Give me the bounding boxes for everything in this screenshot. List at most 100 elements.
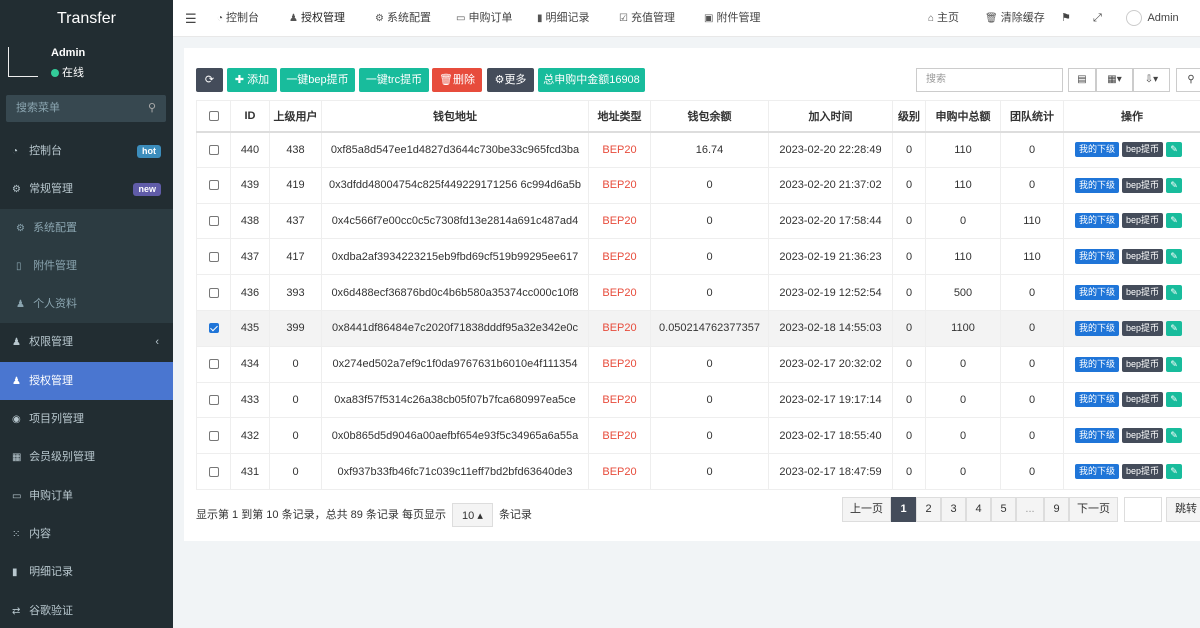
row-checkbox[interactable] xyxy=(196,238,231,276)
clear-cache-link[interactable]: 🗑 清除缓存 xyxy=(985,0,1045,37)
bep-withdraw-row-button[interactable]: bep提币 xyxy=(1122,285,1164,301)
bep-withdraw-row-button[interactable]: bep提币 xyxy=(1122,392,1164,408)
toggle-view-icon[interactable]: ▤ xyxy=(1068,68,1096,92)
col-header-time[interactable]: 加入时间 xyxy=(768,100,893,133)
bep-withdraw-row-button[interactable]: bep提币 xyxy=(1122,428,1164,444)
brand-logo[interactable]: Transfer xyxy=(0,0,173,37)
bep-withdraw-row-button[interactable]: bep提币 xyxy=(1122,142,1164,158)
my-subordinates-button[interactable]: 我的下级 xyxy=(1075,285,1120,301)
sidebar-item-4[interactable]: ♟ 个人资料 xyxy=(0,285,173,324)
bep-withdraw-row-button[interactable]: bep提币 xyxy=(1122,177,1164,193)
my-subordinates-button[interactable]: 我的下级 xyxy=(1075,249,1120,265)
page-9-button[interactable]: 9 xyxy=(1044,497,1069,522)
sidebar-item-8[interactable]: ▦ 会员级别管理 xyxy=(0,438,173,476)
jump-button[interactable]: 跳转 xyxy=(1166,497,1200,522)
total-amount-button[interactable]: 总申购中金额16908 xyxy=(538,68,645,92)
columns-icon[interactable]: ▦▾ xyxy=(1096,68,1133,92)
row-checkbox[interactable] xyxy=(196,381,231,419)
tab-4[interactable]: ▮ 明细记录 xyxy=(537,0,590,37)
edit-icon[interactable]: ✎ xyxy=(1166,285,1183,301)
more-button[interactable]: ⚙更多 xyxy=(487,68,534,92)
row-checkbox[interactable] xyxy=(196,202,231,240)
my-subordinates-button[interactable]: 我的下级 xyxy=(1075,142,1120,158)
search-icon[interactable]: ⚲ xyxy=(1176,68,1200,92)
sidebar-item-0[interactable]: ◔ 控制台 hot xyxy=(0,132,173,170)
add-button[interactable]: ✚ 添加 xyxy=(227,68,277,92)
my-subordinates-button[interactable]: 我的下级 xyxy=(1075,213,1120,229)
page-1-button[interactable]: 1 xyxy=(891,497,916,522)
edit-icon[interactable]: ✎ xyxy=(1166,320,1183,336)
fullscreen-icon[interactable]: ⤢ xyxy=(1093,0,1102,37)
menu-toggle-icon[interactable]: ☰ xyxy=(185,0,197,37)
page-2-button[interactable]: 2 xyxy=(916,497,941,522)
sidebar-item-12[interactable]: ⇄ 谷歌验证 xyxy=(0,592,173,628)
home-link[interactable]: ⌂ 主页 xyxy=(928,0,959,37)
sidebar-item-7[interactable]: ◉ 项目列管理 xyxy=(0,400,173,438)
export-icon[interactable]: ⇩▾ xyxy=(1133,68,1170,92)
my-subordinates-button[interactable]: 我的下级 xyxy=(1075,428,1120,444)
col-header-team[interactable]: 团队统计 xyxy=(1000,100,1064,133)
table-search-input[interactable]: 搜索 xyxy=(916,68,1063,92)
row-checkbox[interactable] xyxy=(196,453,231,490)
row-checkbox[interactable] xyxy=(196,417,231,455)
refresh-button[interactable]: ⟳ xyxy=(196,68,223,92)
select-all-checkbox[interactable] xyxy=(196,100,231,133)
tab-3[interactable]: ▭ 申购订单 xyxy=(456,0,512,37)
col-header-id[interactable]: ID xyxy=(230,100,270,133)
sidebar-item-1[interactable]: ⚙ 常规管理 new xyxy=(0,170,173,208)
my-subordinates-button[interactable]: 我的下级 xyxy=(1075,320,1120,336)
bep-withdraw-row-button[interactable]: bep提币 xyxy=(1122,320,1164,336)
admin-menu[interactable]: Admin xyxy=(1126,0,1179,37)
my-subordinates-button[interactable]: 我的下级 xyxy=(1075,392,1120,408)
tab-6[interactable]: ▣ 附件管理 xyxy=(704,0,760,37)
my-subordinates-button[interactable]: 我的下级 xyxy=(1075,464,1120,480)
sidebar-item-3[interactable]: ▯ 附件管理 xyxy=(0,246,173,286)
col-header-balance[interactable]: 钱包余额 xyxy=(650,100,769,133)
sidebar-item-11[interactable]: ▮ 明细记录 xyxy=(0,553,173,591)
col-header-type[interactable]: 地址类型 xyxy=(588,100,651,133)
page-4-button[interactable]: 4 xyxy=(966,497,991,522)
row-checkbox[interactable] xyxy=(196,345,231,383)
edit-icon[interactable]: ✎ xyxy=(1166,213,1183,229)
my-subordinates-button[interactable]: 我的下级 xyxy=(1075,177,1120,193)
tab-2[interactable]: ⚙ 系统配置 xyxy=(375,0,431,37)
tab-1[interactable]: ♟ 授权管理 xyxy=(289,0,345,37)
bep-withdraw-button[interactable]: 一键bep提币 xyxy=(280,68,355,92)
edit-icon[interactable]: ✎ xyxy=(1166,356,1183,372)
row-checkbox[interactable] xyxy=(196,131,231,168)
edit-icon[interactable]: ✎ xyxy=(1166,249,1183,265)
row-checkbox[interactable] xyxy=(196,166,231,204)
page-3-button[interactable]: 3 xyxy=(941,497,966,522)
bep-withdraw-row-button[interactable]: bep提币 xyxy=(1122,249,1164,265)
prev-page-button[interactable]: 上一页 xyxy=(842,497,891,522)
bep-withdraw-row-button[interactable]: bep提币 xyxy=(1122,464,1164,480)
page-size-select[interactable]: 10 ▴ xyxy=(452,503,493,527)
edit-icon[interactable]: ✎ xyxy=(1166,464,1183,480)
edit-icon[interactable]: ✎ xyxy=(1166,177,1183,193)
row-checkbox[interactable] xyxy=(196,274,231,311)
tab-0[interactable]: ◔ 控制台 xyxy=(217,0,259,37)
delete-button[interactable]: 🗑删除 xyxy=(432,68,482,92)
edit-icon[interactable]: ✎ xyxy=(1166,142,1183,158)
tab-5[interactable]: ☑ 充值管理 xyxy=(619,0,675,37)
sidebar-item-5[interactable]: ♟ 权限管理 ‹ xyxy=(0,323,173,361)
sidebar-search-input[interactable]: 搜索菜单 ⚲ xyxy=(6,95,166,122)
next-page-button[interactable]: 下一页 xyxy=(1069,497,1118,522)
bep-withdraw-row-button[interactable]: bep提币 xyxy=(1122,356,1164,372)
sidebar-item-6[interactable]: ♟ 授权管理 xyxy=(0,361,173,401)
edit-icon[interactable]: ✎ xyxy=(1166,428,1183,444)
sidebar-item-2[interactable]: ⚙ 系统配置 xyxy=(0,208,173,247)
translate-icon[interactable]: ⚑ xyxy=(1061,0,1071,37)
jump-page-input[interactable] xyxy=(1124,497,1162,522)
my-subordinates-button[interactable]: 我的下级 xyxy=(1075,356,1120,372)
col-header-level[interactable]: 级别 xyxy=(892,100,926,133)
col-header-parent[interactable]: 上级用户 xyxy=(269,100,322,133)
trc-withdraw-button[interactable]: 一键trc提币 xyxy=(359,68,429,92)
col-header-address[interactable]: 钱包地址 xyxy=(321,100,589,133)
sidebar-item-10[interactable]: ⁙ 内容 xyxy=(0,515,173,553)
page-5-button[interactable]: 5 xyxy=(991,497,1016,522)
row-checkbox[interactable] xyxy=(196,309,231,347)
bep-withdraw-row-button[interactable]: bep提币 xyxy=(1122,213,1164,229)
col-header-subscription[interactable]: 申购中总额 xyxy=(925,100,1001,133)
sidebar-item-9[interactable]: ▭ 申购订单 xyxy=(0,477,173,515)
